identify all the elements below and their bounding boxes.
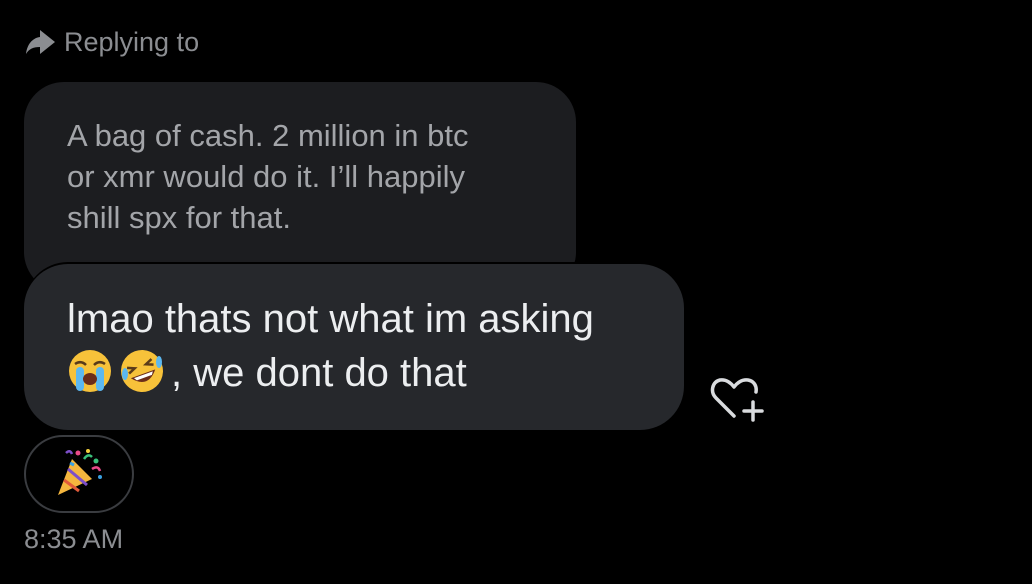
party-popper-emoji (52, 445, 106, 504)
crying-face-emoji (67, 348, 113, 394)
message-timestamp: 8:35 AM (24, 524, 124, 554)
message-text: lmao thats not what im asking , we dont … (67, 292, 654, 400)
replying-to-header: Replying to (24, 24, 199, 60)
quoted-message-bubble[interactable]: A bag of cash. 2 million in btc or xmr w… (24, 82, 576, 292)
message-line-2-text: , we dont do that (171, 351, 467, 395)
heart-plus-icon (708, 378, 768, 428)
replying-to-label: Replying to (64, 26, 200, 57)
quoted-message-text: A bag of cash. 2 million in btc or xmr w… (67, 118, 469, 235)
rolling-laughing-face-emoji (119, 348, 165, 394)
message-bubble[interactable]: lmao thats not what im asking , we dont … (24, 264, 684, 430)
add-reaction-button[interactable] (708, 374, 768, 424)
message-line-2: , we dont do that (67, 346, 654, 400)
reply-arrow-icon (24, 27, 58, 57)
reaction-chip[interactable] (24, 435, 134, 513)
message-line-1: lmao thats not what im asking (67, 297, 594, 341)
